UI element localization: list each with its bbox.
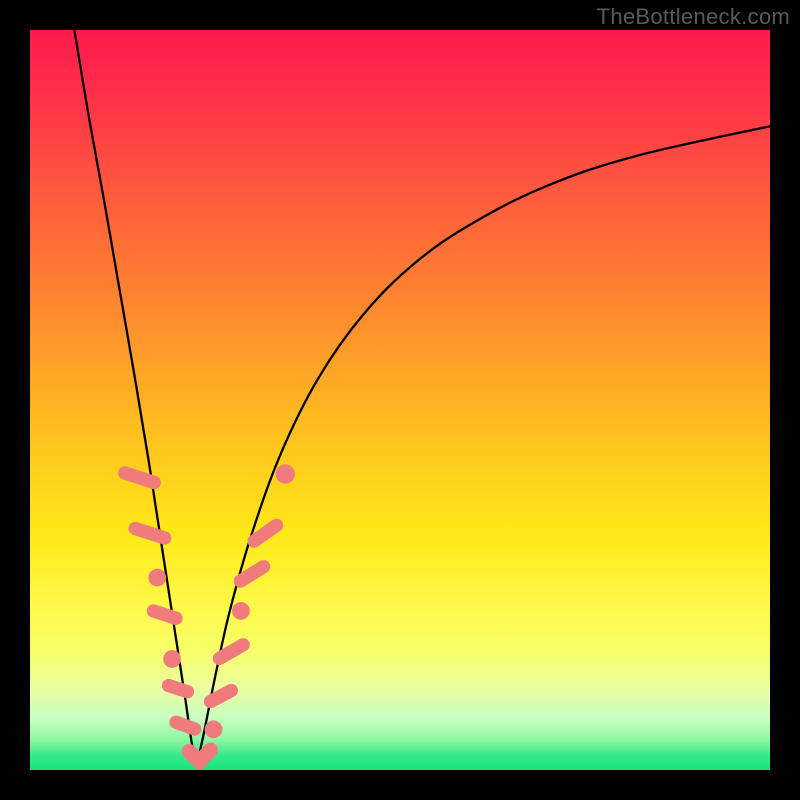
data-point: [205, 720, 223, 738]
data-point-cluster: [145, 603, 184, 627]
data-point: [232, 602, 250, 620]
data-point-cluster: [231, 557, 273, 590]
data-point: [163, 650, 181, 668]
data-point-cluster: [127, 520, 173, 546]
watermark-text: TheBottleneck.com: [597, 4, 790, 30]
data-point-cluster: [167, 714, 203, 738]
marker-layer: [116, 464, 295, 772]
bottleneck-curve-chart: [30, 30, 770, 770]
data-point-cluster: [116, 465, 162, 491]
data-point-cluster: [210, 636, 252, 668]
data-point-cluster: [160, 677, 196, 700]
data-point: [276, 464, 295, 483]
curve-right-branch: [197, 126, 771, 766]
data-point: [148, 569, 166, 587]
data-point-cluster: [201, 681, 240, 710]
